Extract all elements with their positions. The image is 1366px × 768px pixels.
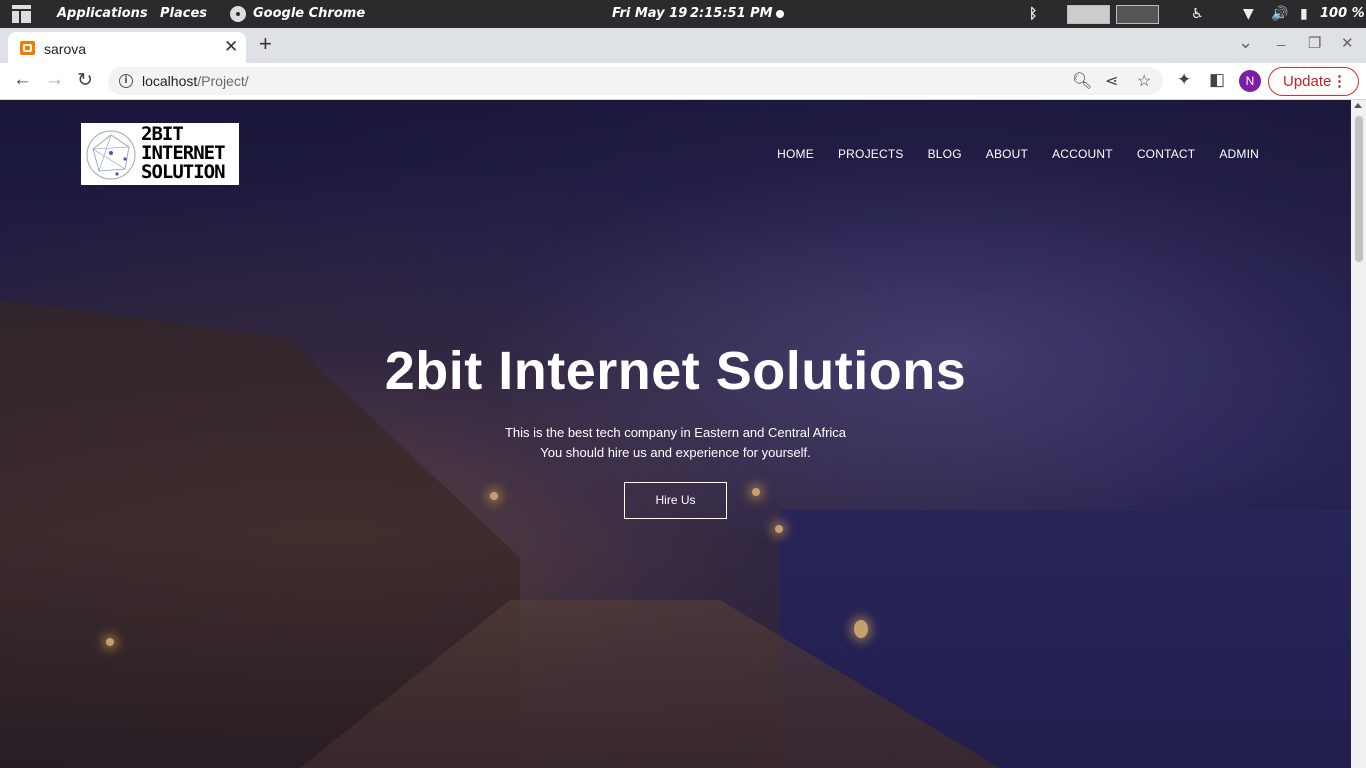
tab-strip: sarova ✕ + ⌄ _ ❐ ✕ xyxy=(0,28,1366,63)
chrome-icon xyxy=(230,6,246,22)
hero-subtitle-line-2: You should hire us and experience for yo… xyxy=(540,445,811,460)
forward-button[interactable]: → xyxy=(45,69,64,91)
restore-button[interactable]: ❐ xyxy=(1308,34,1321,52)
scrollbar-thumb[interactable] xyxy=(1355,116,1363,262)
bookmark-star-icon[interactable]: ☆ xyxy=(1137,71,1151,91)
notification-dot-icon xyxy=(776,10,784,18)
side-panel-icon[interactable]: ◧ xyxy=(1209,70,1225,90)
update-label: Update xyxy=(1283,73,1332,90)
active-app-label[interactable]: Google Chrome xyxy=(253,6,365,21)
tab-close-icon[interactable]: ✕ xyxy=(224,37,238,57)
workspace-1[interactable] xyxy=(1067,5,1110,24)
clock-time[interactable]: 2:15:51 PM xyxy=(690,6,773,21)
tab-sarova[interactable]: sarova ✕ xyxy=(8,32,246,63)
hero-subtitle-line-1: This is the best tech company in Eastern… xyxy=(504,425,847,440)
nav-contact[interactable]: CONTACT xyxy=(1137,147,1196,161)
url-path: /Project/ xyxy=(197,73,249,89)
back-button[interactable]: ← xyxy=(13,69,32,91)
top-panel: Applications Places Google Chrome Fri Ma… xyxy=(0,0,1366,28)
zoom-icon[interactable]: 🔍︎ xyxy=(1072,71,1092,91)
tab-search-icon[interactable]: ⌄ xyxy=(1238,32,1253,53)
hire-us-button[interactable]: Hire Us xyxy=(624,482,727,519)
xampp-favicon-icon xyxy=(20,41,35,55)
nav-projects[interactable]: PROJECTS xyxy=(838,147,904,161)
reload-button[interactable]: ↻ xyxy=(77,69,93,92)
workspace-2[interactable] xyxy=(1116,5,1159,24)
browser-toolbar: ← → ↻ i localhost/Project/ 🔍︎ ⋖ ☆ ✦ ◧ N … xyxy=(0,63,1366,100)
nav-admin[interactable]: ADMIN xyxy=(1219,147,1259,161)
nav-about[interactable]: ABOUT xyxy=(986,147,1028,161)
places-menu[interactable]: Places xyxy=(160,6,207,21)
url-text[interactable]: localhost/Project/ xyxy=(142,73,249,89)
applications-menu[interactable]: Applications xyxy=(57,6,148,21)
site-logo[interactable]: 2BIT INTERNET SOLUTION xyxy=(81,123,239,185)
clock-date[interactable]: Fri May 19 xyxy=(612,6,687,21)
accessibility-icon[interactable]: ♿ xyxy=(1191,6,1204,22)
logo-wordmark: 2BIT INTERNET SOLUTION xyxy=(141,125,226,183)
tab-title: sarova xyxy=(44,41,87,57)
site-info-icon[interactable]: i xyxy=(119,74,133,88)
share-icon[interactable]: ⋖ xyxy=(1105,71,1118,91)
profile-avatar[interactable]: N xyxy=(1239,70,1261,92)
applications-menu-icon[interactable] xyxy=(12,5,31,23)
new-tab-button[interactable]: + xyxy=(259,31,272,57)
wifi-icon[interactable]: ▼ xyxy=(1243,6,1254,22)
minimize-button[interactable]: _ xyxy=(1277,30,1285,47)
nav-account[interactable]: ACCOUNT xyxy=(1052,147,1113,161)
nav-home[interactable]: HOME xyxy=(777,147,814,161)
page-viewport: 2BIT INTERNET SOLUTION HOME PROJECTS BLO… xyxy=(0,100,1351,768)
logo-line-3: SOLUTION xyxy=(141,161,226,183)
url-host: localhost xyxy=(142,73,198,89)
page-scrollbar[interactable] xyxy=(1351,100,1366,768)
window-close-button[interactable]: ✕ xyxy=(1341,34,1354,52)
battery-percentage: 100 % xyxy=(1320,6,1365,21)
battery-icon[interactable]: ▮ xyxy=(1300,6,1308,22)
scroll-up-arrow-icon[interactable] xyxy=(1354,103,1362,108)
chrome-menu-icon[interactable]: ⋮ xyxy=(1332,68,1347,95)
bluetooth-icon[interactable]: ᛒ xyxy=(1029,6,1037,22)
extensions-icon[interactable]: ✦ xyxy=(1177,70,1191,90)
update-button[interactable]: Update ⋮ xyxy=(1268,67,1359,96)
nav-blog[interactable]: BLOG xyxy=(928,147,962,161)
address-bar[interactable]: i localhost/Project/ 🔍︎ ⋖ ☆ xyxy=(108,67,1163,95)
main-nav: HOME PROJECTS BLOG ABOUT ACCOUNT CONTACT… xyxy=(753,147,1259,161)
volume-icon[interactable]: 🔊 xyxy=(1271,6,1288,22)
hero-title: 2bit Internet Solutions xyxy=(384,341,967,401)
network-globe-icon xyxy=(86,130,136,180)
